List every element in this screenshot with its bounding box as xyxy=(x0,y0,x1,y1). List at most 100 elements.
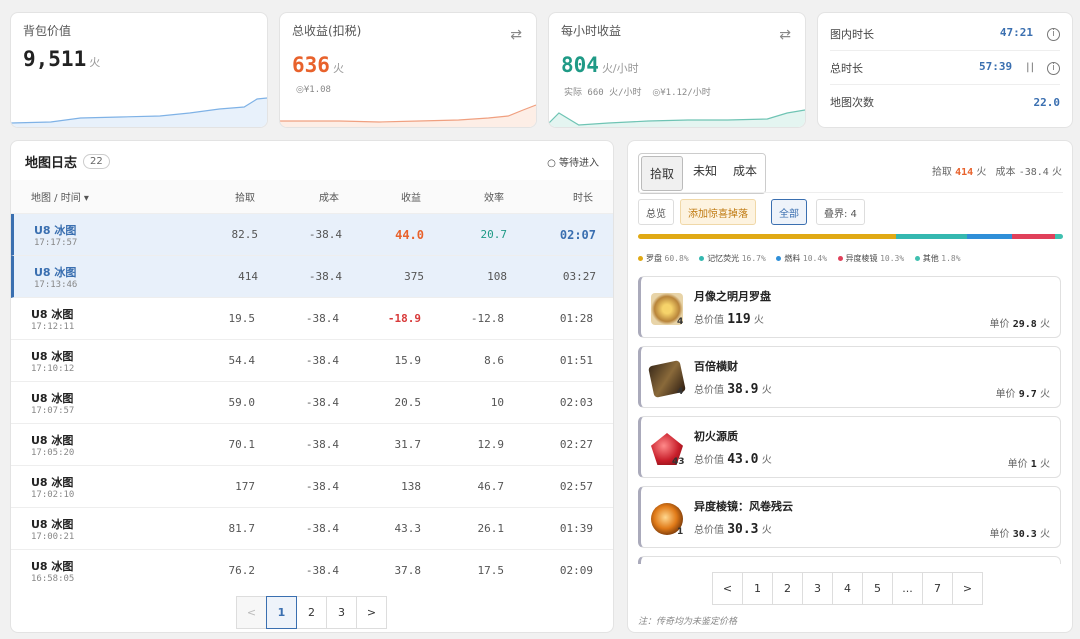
row-pick: 76.2 xyxy=(228,564,256,577)
legend-label: 罗盘 xyxy=(646,254,662,263)
row-pick: 19.5 xyxy=(228,312,256,325)
next-page-button[interactable]: > xyxy=(356,596,387,629)
bag-value-label: 背包价值 xyxy=(23,24,72,38)
row-duration: 02:09 xyxy=(559,564,593,577)
page-1-button[interactable]: 1 xyxy=(742,572,773,605)
swap-icon[interactable]: ⇄ xyxy=(510,27,522,43)
map-count-label: 地图次数 xyxy=(830,96,874,109)
page-1-button[interactable]: 1 xyxy=(266,596,297,629)
hourly-profit-unit: 火/小时 xyxy=(601,62,639,75)
row-cost: -38.4 xyxy=(305,522,339,535)
header-map-time[interactable]: 地图 / 时间 ▾ xyxy=(11,189,151,204)
table-row[interactable]: U8 冰图 17:13:46 414 -38.4 375 108 03:27 xyxy=(11,256,613,298)
row-cost: -38.4 xyxy=(308,270,342,283)
summary-unit: 火 xyxy=(976,167,987,178)
row-map-name: U8 冰图 xyxy=(31,517,74,531)
summary-pick-value: 414 xyxy=(955,167,974,178)
row-duration: 02:57 xyxy=(559,480,593,493)
row-map-name: U8 冰图 xyxy=(31,433,74,447)
row-cost: -38.4 xyxy=(305,354,339,367)
row-map-name: U8 冰图 xyxy=(31,307,74,321)
row-duration: 01:51 xyxy=(559,354,593,367)
row-efficiency: 108 xyxy=(487,270,507,283)
header-pick[interactable]: 拾取 xyxy=(151,189,255,204)
header-cost[interactable]: 成本 xyxy=(255,189,339,204)
item-unit-unit: 火 xyxy=(1040,529,1050,540)
prev-page-button[interactable]: < xyxy=(236,596,267,629)
item-name: 异度棱镜：风卷残云 xyxy=(694,500,793,513)
filter-stack-realm[interactable]: 叠界: 4 xyxy=(816,199,865,225)
table-row[interactable]: U8 冰图 17:17:57 82.5 -38.4 44.0 20.7 02:07 xyxy=(11,214,613,256)
item-card-partial[interactable] xyxy=(638,556,1061,564)
row-duration: 03:27 xyxy=(562,270,596,283)
info-icon[interactable]: i xyxy=(1047,28,1060,41)
item-unit-label: 单价 xyxy=(989,529,1010,540)
page-7-button[interactable]: 7 xyxy=(922,572,953,605)
row-duration: 01:39 xyxy=(559,522,593,535)
item-qty: 43 xyxy=(672,457,685,467)
pause-icon[interactable]: | | xyxy=(1026,62,1034,73)
item-pagination: < 1 2 3 4 5 ... 7 > xyxy=(712,572,983,605)
total-profit-value: 636 xyxy=(292,53,330,77)
table-row[interactable]: U8 冰图 17:02:10 177 -38.4 138 46.7 02:57 xyxy=(11,466,613,508)
legend-label: 燃料 xyxy=(784,254,801,263)
header-efficiency[interactable]: 效率 xyxy=(421,189,504,204)
tab-cost[interactable]: 成本 xyxy=(725,154,766,193)
next-page-button[interactable]: > xyxy=(952,572,983,605)
page-3-button[interactable]: 3 xyxy=(802,572,833,605)
map-log-title: 地图日志 xyxy=(25,156,78,171)
item-unit-unit: 火 xyxy=(1040,389,1050,400)
item-card[interactable]: 4 百倍横财 总价值 38.9 火 单价 9.7 火 xyxy=(638,346,1061,408)
row-profit: 31.7 xyxy=(394,438,422,451)
row-efficiency: 10 xyxy=(490,396,504,409)
page-4-button[interactable]: 4 xyxy=(832,572,863,605)
legend-dot xyxy=(776,256,782,261)
row-efficiency: 46.7 xyxy=(477,480,505,493)
item-card[interactable]: 1 异度棱镜：风卷残云 总价值 30.3 火 单价 30.3 火 xyxy=(638,486,1061,548)
page-2-button[interactable]: 2 xyxy=(296,596,327,629)
table-row[interactable]: U8 冰图 16:58:05 76.2 -38.4 37.8 17.5 02:09 xyxy=(11,550,613,588)
page-2-button[interactable]: 2 xyxy=(772,572,803,605)
table-row[interactable]: U8 冰图 17:10:12 54.4 -38.4 15.9 8.6 01:51 xyxy=(11,340,613,382)
row-pick: 70.1 xyxy=(228,438,256,451)
row-efficiency: 26.1 xyxy=(477,522,505,535)
row-duration: 01:28 xyxy=(559,312,593,325)
header-profit[interactable]: 收益 xyxy=(339,189,421,204)
row-efficiency: 17.5 xyxy=(477,564,505,577)
tab-pick[interactable]: 拾取 xyxy=(641,156,684,191)
swap-icon[interactable]: ⇄ xyxy=(779,27,791,43)
item-unit-price: 29.8 xyxy=(1012,319,1037,330)
total-time-label: 总时长 xyxy=(830,61,863,75)
detail-panel: 拾取 未知 成本 拾取 414 火 成本 -38.4 火 总览 添加惊喜掉落 全… xyxy=(627,140,1073,633)
row-time: 17:13:46 xyxy=(34,279,78,290)
detail-summary: 拾取 414 火 成本 -38.4 火 xyxy=(932,163,1062,178)
legend-pct: 10.4% xyxy=(802,254,828,263)
filter-all[interactable]: 全部 xyxy=(771,199,807,225)
item-card[interactable]: 43 初火源质 总价值 43.0 火 单价 1 火 xyxy=(638,416,1061,478)
category-bar-segment xyxy=(896,234,968,239)
info-icon[interactable]: i xyxy=(1047,62,1060,75)
legend-label: 其他 xyxy=(922,254,939,263)
filter-add-surprise-drop[interactable]: 添加惊喜掉落 xyxy=(680,199,756,225)
tab-unknown[interactable]: 未知 xyxy=(685,154,726,193)
row-profit: 15.9 xyxy=(394,354,422,367)
table-row[interactable]: U8 冰图 17:07:57 59.0 -38.4 20.5 10 02:03 xyxy=(11,382,613,424)
row-efficiency: 8.6 xyxy=(484,354,504,367)
page-5-button[interactable]: 5 xyxy=(862,572,893,605)
total-profit-card: 总收益(扣税) ⇄ 636 火 ◎¥1.08 xyxy=(279,12,537,128)
legend-dot xyxy=(837,256,843,261)
page-3-button[interactable]: 3 xyxy=(326,596,357,629)
legend-dot xyxy=(914,256,920,261)
prev-page-button[interactable]: < xyxy=(712,572,743,605)
map-log-rows: U8 冰图 17:17:57 82.5 -38.4 44.0 20.7 02:07… xyxy=(11,214,613,588)
table-row[interactable]: U8 冰图 17:12:11 19.5 -38.4 -18.9 -12.8 01:… xyxy=(11,298,613,340)
item-card[interactable]: 4 月像之明月罗盘 总价值 119 火 单价 29.8 火 xyxy=(638,276,1061,338)
category-legend: 罗盘 60.8% 记忆荧光 16.7% 燃料 10.4% 异度棱镜 10.3% … xyxy=(638,253,969,264)
legend-label: 异度棱镜 xyxy=(845,254,878,263)
row-efficiency: -12.8 xyxy=(470,312,504,325)
filter-overview[interactable]: 总览 xyxy=(638,199,674,225)
item-unit-price: 9.7 xyxy=(1018,389,1037,400)
table-row[interactable]: U8 冰图 17:00:21 81.7 -38.4 43.3 26.1 01:39 xyxy=(11,508,613,550)
table-row[interactable]: U8 冰图 17:05:20 70.1 -38.4 31.7 12.9 02:27 xyxy=(11,424,613,466)
header-duration[interactable]: 时长 xyxy=(504,189,593,204)
